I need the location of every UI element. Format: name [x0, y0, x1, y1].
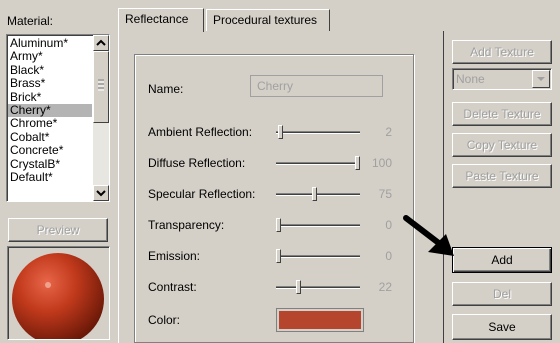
color-picker[interactable] — [276, 308, 364, 332]
property-label: Specular Reflection: — [148, 187, 256, 201]
tab-reflectance[interactable]: Reflectance — [118, 8, 204, 32]
material-list-scrollbar[interactable] — [93, 35, 109, 201]
chevron-up-icon — [96, 39, 106, 46]
slider-track[interactable] — [276, 255, 360, 258]
color-label: Color: — [148, 313, 181, 327]
paste-texture-button[interactable]: Paste Texture — [452, 164, 552, 188]
slider-track[interactable] — [276, 193, 360, 196]
property-value: 0 — [385, 218, 392, 232]
material-list[interactable]: Aluminum* Army* Black* Brass* Brick* Cherry* C… — [6, 34, 110, 202]
color-swatch — [279, 311, 361, 329]
delete-texture-button[interactable]: Delete Texture — [452, 102, 552, 126]
slider-track[interactable] — [276, 131, 360, 134]
scroll-up-button[interactable] — [93, 35, 109, 51]
list-item[interactable]: Concrete* — [8, 143, 92, 157]
list-item[interactable]: Aluminum* — [8, 36, 92, 50]
list-item[interactable]: Army* — [8, 50, 92, 63]
save-button[interactable]: Save — [452, 314, 552, 340]
property-value: 100 — [371, 156, 392, 170]
list-item[interactable]: CrystalB* — [8, 157, 92, 171]
dropdown-arrow-button[interactable] — [532, 70, 550, 88]
slider-thumb[interactable] — [276, 218, 281, 232]
pointer-arrow-icon — [403, 215, 454, 256]
chevron-down-icon — [537, 77, 545, 81]
list-item[interactable]: Cobalt* — [8, 130, 92, 144]
grip-icon — [98, 79, 104, 91]
slider-thumb[interactable] — [296, 280, 301, 294]
list-item[interactable]: Brick* — [8, 90, 92, 104]
slider-thumb[interactable] — [312, 187, 317, 201]
slider-track[interactable] — [276, 224, 360, 227]
slider-track[interactable] — [276, 162, 360, 165]
tab-procedural-textures[interactable]: Procedural textures — [206, 9, 330, 31]
property-value: 2 — [385, 125, 392, 139]
name-field[interactable]: Cherry — [250, 75, 383, 97]
preview-button[interactable]: Preview — [8, 218, 108, 242]
list-item[interactable]: Default* — [8, 170, 92, 184]
property-label: Diffuse Reflection: — [148, 156, 246, 170]
texture-dropdown-value: None — [456, 72, 485, 86]
property-value: 0 — [385, 249, 392, 263]
property-label: Contrast: — [148, 280, 197, 294]
texture-dropdown[interactable]: None — [452, 68, 552, 90]
property-value: 22 — [378, 280, 392, 294]
copy-texture-button[interactable]: Copy Texture — [452, 133, 552, 157]
list-item[interactable]: Brass* — [8, 76, 92, 90]
add-button[interactable]: Add — [452, 247, 552, 273]
add-texture-button[interactable]: Add Texture — [452, 40, 552, 64]
property-label: Emission: — [148, 249, 201, 263]
scroll-thumb[interactable] — [93, 51, 109, 123]
slider-track[interactable] — [276, 286, 360, 289]
material-sphere — [12, 253, 104, 339]
slider-thumb[interactable] — [276, 249, 281, 263]
list-item[interactable]: Black* — [8, 63, 92, 77]
property-value: 75 — [378, 187, 392, 201]
material-preview — [7, 246, 110, 340]
material-label: Material: — [7, 14, 54, 28]
name-label: Name: — [148, 82, 184, 96]
slider-thumb[interactable] — [278, 125, 283, 139]
property-label: Ambient Reflection: — [148, 125, 253, 139]
del-button[interactable]: Del — [452, 282, 552, 306]
chevron-down-icon — [96, 190, 106, 197]
list-item[interactable]: Chrome* — [8, 117, 92, 130]
scroll-down-button[interactable] — [93, 185, 109, 201]
list-item[interactable]: Cherry* — [8, 103, 92, 118]
property-label: Transparency: — [148, 218, 225, 232]
